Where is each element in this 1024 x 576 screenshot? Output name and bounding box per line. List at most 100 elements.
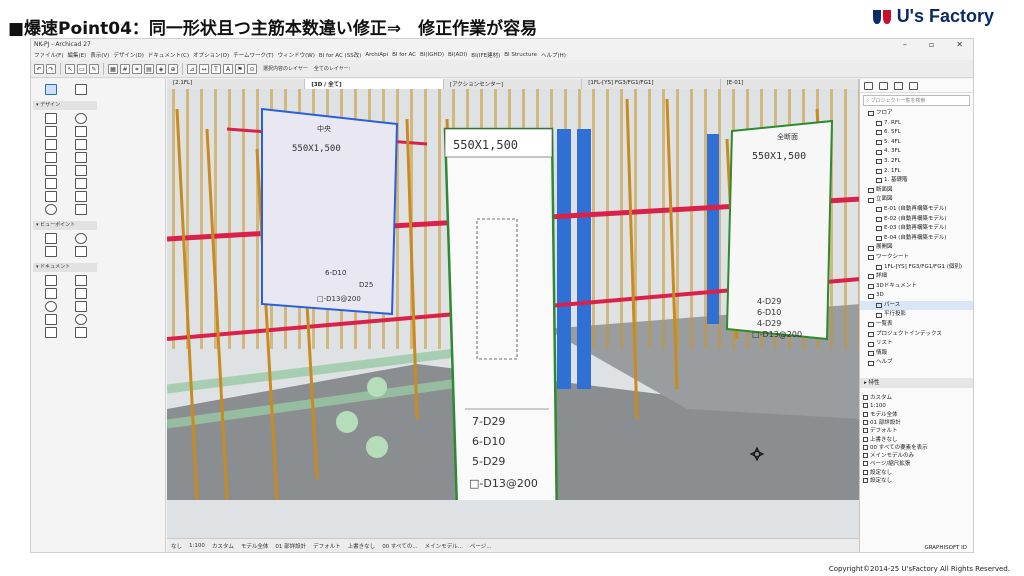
properties-header[interactable]: ▸ 特性: [860, 378, 973, 389]
arrow-tool-icon[interactable]: [45, 84, 57, 95]
tree-item[interactable]: E-03 (自動再構築モデル): [860, 224, 973, 234]
marquee-tool-icon[interactable]: [75, 84, 87, 95]
snap-icon[interactable]: ▦: [108, 63, 118, 74]
toolbox-viewpoint-header[interactable]: ▾ ビューポイント: [33, 221, 97, 230]
column-tool-icon[interactable]: [75, 113, 87, 124]
curtain-wall-tool-icon[interactable]: [45, 165, 57, 176]
drawing-tool-icon[interactable]: [75, 327, 87, 338]
status-mvo[interactable]: デフォルト: [313, 542, 341, 550]
tree-item[interactable]: 平行投影: [860, 310, 973, 320]
status-model-view[interactable]: メインモデル...: [425, 542, 463, 550]
roof-tool-icon[interactable]: [45, 139, 57, 150]
fill-tool-icon[interactable]: [75, 301, 87, 312]
window-tool-icon[interactable]: [45, 178, 57, 189]
railing-tool-icon[interactable]: [75, 152, 87, 163]
mesh-tool-icon[interactable]: [75, 191, 87, 202]
project-map-icon[interactable]: [864, 81, 873, 90]
tree-item[interactable]: パース: [860, 300, 973, 311]
menu-edit[interactable]: 編集(E): [67, 51, 86, 59]
status-renovation[interactable]: なし: [171, 542, 182, 550]
3d-viewport[interactable]: 中央 550X1,500 6-D10 D25 □-D13@200 550X1,5…: [167, 89, 859, 538]
lamp-tool-icon[interactable]: [75, 204, 87, 215]
section-tool-icon[interactable]: [45, 233, 57, 244]
grid-icon[interactable]: #: [120, 63, 130, 74]
tab-floor-plan[interactable]: [2.1FL]: [167, 79, 306, 89]
tree-item[interactable]: 5. 4FL: [860, 138, 973, 148]
menu-design[interactable]: デザイン(D): [113, 51, 144, 59]
menu-archiapi[interactable]: ArchiApi: [365, 52, 388, 58]
menu-teamwork[interactable]: チームワーク(T): [233, 51, 274, 59]
tree-item[interactable]: プロジェクトインデックス: [860, 330, 973, 340]
tree-item[interactable]: E-04 (自動再構築モデル): [860, 234, 973, 244]
tree-item[interactable]: 4. 3FL: [860, 147, 973, 157]
tree-item[interactable]: 1. 基礎階: [860, 176, 973, 186]
tree-item[interactable]: 1FL-[YS] FG3/FG1/FG1 (個別): [860, 263, 973, 273]
worksheet-tool-icon[interactable]: [75, 246, 87, 257]
toolbox-design-header[interactable]: ▾ デザイン: [33, 101, 97, 110]
tree-item[interactable]: 情報: [860, 349, 973, 359]
marquee-icon[interactable]: ▭: [77, 63, 87, 74]
flag-icon[interactable]: ⚑: [235, 63, 245, 74]
status-scale[interactable]: 1:100: [189, 543, 205, 549]
tree-item[interactable]: 7. RFL: [860, 119, 973, 129]
tab-3d[interactable]: [3D / 全て]: [305, 79, 444, 89]
property-row[interactable]: 上書きなし: [860, 436, 973, 444]
property-row[interactable]: モデル全体: [860, 411, 973, 419]
graphisoft-id-label[interactable]: GRAPHISOFT ID: [924, 545, 967, 551]
all-layers-label[interactable]: 全てのレイヤー:: [314, 65, 351, 72]
tree-item[interactable]: E-01 (自動再構築モデル): [860, 205, 973, 215]
section-icon[interactable]: ⊿: [187, 63, 197, 74]
tree-item[interactable]: フロア: [860, 109, 973, 119]
status-renovation-filter[interactable]: 00 すべての...: [382, 542, 417, 550]
status-layer-combination[interactable]: カスタム: [212, 542, 234, 550]
menu-help[interactable]: ヘルプ(H): [541, 51, 566, 59]
maximize-icon[interactable]: ▫: [929, 40, 934, 49]
tree-item[interactable]: 6. 5FL: [860, 128, 973, 138]
toolbox-document-header[interactable]: ▾ ドキュメント: [33, 263, 97, 272]
arrow-tool-icon[interactable]: ↖: [65, 63, 75, 74]
tree-item[interactable]: リスト: [860, 339, 973, 349]
layout-book-icon[interactable]: [894, 81, 903, 90]
tree-item[interactable]: 一覧表: [860, 320, 973, 330]
slab-tool-icon[interactable]: [75, 126, 87, 137]
menu-options[interactable]: オプション(O): [193, 51, 229, 59]
layer-icon[interactable]: ▤: [144, 63, 154, 74]
status-override[interactable]: 上書きなし: [348, 542, 376, 550]
menu-bi-adi[interactable]: BI(ADI): [448, 52, 467, 58]
shell-tool-icon[interactable]: [75, 139, 87, 150]
status-pen-set[interactable]: 01 部詳設計: [275, 542, 306, 550]
dimension-tool-icon[interactable]: [45, 275, 57, 286]
beam-tool-icon[interactable]: [45, 126, 57, 137]
property-row[interactable]: デフォルト: [860, 427, 973, 435]
menu-document[interactable]: ドキュメント(C): [148, 51, 189, 59]
status-structure[interactable]: モデル全体: [241, 542, 269, 550]
menu-bi-ac[interactable]: BI for AC: [392, 52, 416, 58]
text-tool-icon[interactable]: [45, 288, 57, 299]
polyline-tool-icon[interactable]: [45, 327, 57, 338]
tree-item[interactable]: ワークシート: [860, 253, 973, 263]
level-dimension-tool-icon[interactable]: [75, 275, 87, 286]
tab-action-center[interactable]: [アクションセンター]: [444, 79, 583, 89]
marker-tool-icon[interactable]: [45, 301, 57, 312]
3d-rebar-model[interactable]: 中央 550X1,500 6-D10 D25 □-D13@200 550X1,5…: [167, 89, 859, 500]
close-icon[interactable]: ✕: [956, 40, 963, 49]
elevation-tool-icon[interactable]: [75, 233, 87, 244]
zoom-icon[interactable]: ⊕: [168, 63, 178, 74]
door-tool-icon[interactable]: [75, 165, 87, 176]
property-row[interactable]: 設定なし: [860, 469, 973, 477]
property-row[interactable]: メインモデルのみ: [860, 452, 973, 460]
line-tool-icon[interactable]: [45, 314, 57, 325]
tab-worksheet[interactable]: [1FL-[YS] FG3/FG1/FG1]: [582, 79, 721, 89]
tree-item[interactable]: E-02 (自動再構築モデル): [860, 215, 973, 225]
stair-tool-icon[interactable]: [45, 152, 57, 163]
pen-icon[interactable]: ✎: [89, 63, 99, 74]
publisher-icon[interactable]: [909, 81, 918, 90]
tree-item[interactable]: 2. 1FL: [860, 167, 973, 177]
property-row[interactable]: 1:100: [860, 402, 973, 410]
zone-tool-icon[interactable]: [45, 191, 57, 202]
circle-tool-icon[interactable]: [75, 314, 87, 325]
menu-window[interactable]: ウィンドウ(W): [278, 51, 315, 59]
view-map-icon[interactable]: [879, 81, 888, 90]
tree-item[interactable]: 詳細: [860, 272, 973, 282]
menu-bi-ighd[interactable]: BI(IGHD): [420, 52, 444, 58]
